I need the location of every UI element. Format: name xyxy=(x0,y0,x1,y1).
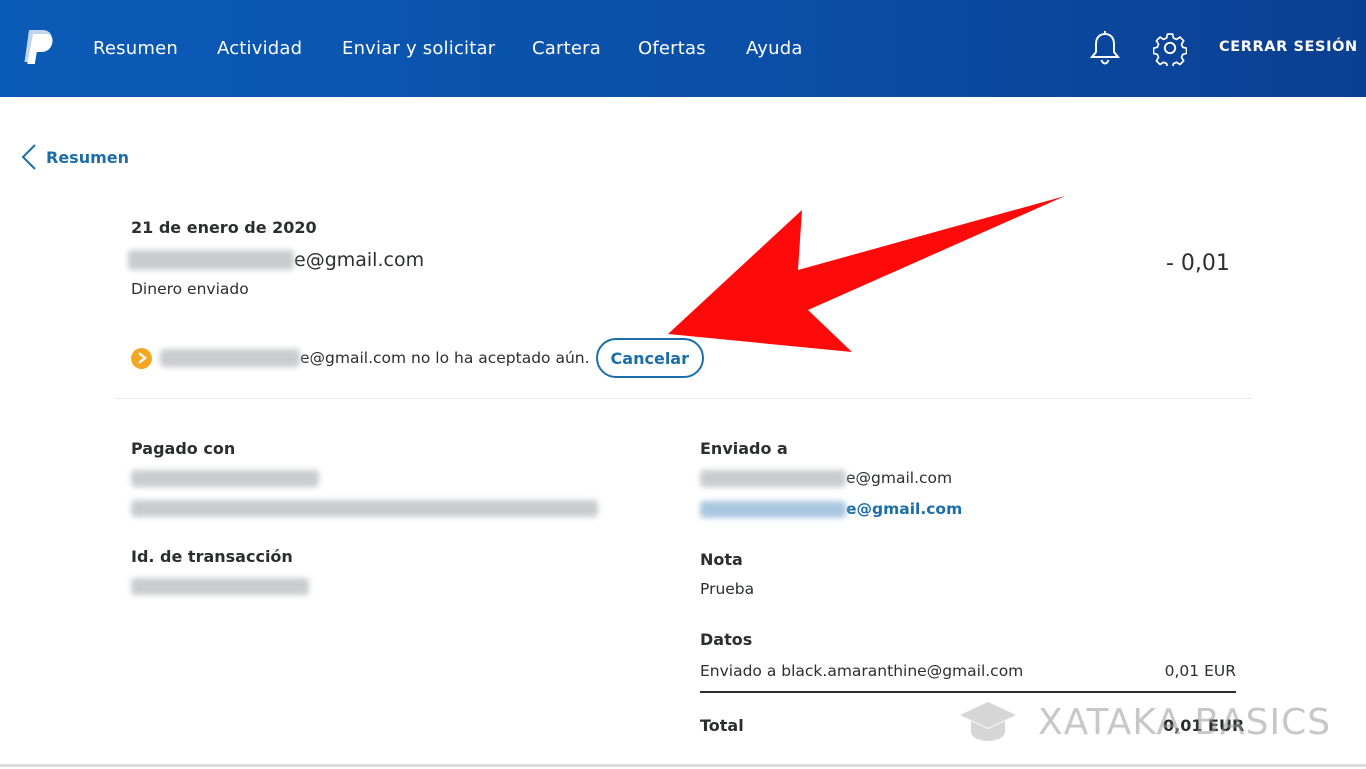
back-to-summary-link[interactable]: Resumen xyxy=(20,143,129,171)
redacted-payment-method xyxy=(131,470,319,487)
red-arrow-annotation xyxy=(668,196,1065,352)
back-link-label: Resumen xyxy=(46,147,129,167)
bell-icon[interactable] xyxy=(1088,30,1122,66)
nav-item-ayuda[interactable]: Ayuda xyxy=(746,38,803,59)
redacted-payment-details xyxy=(131,500,598,517)
graduation-cap-icon xyxy=(960,702,1016,741)
pending-status: e@gmail.com no lo ha aceptado aún. Cance… xyxy=(131,338,704,378)
logout-button[interactable]: CERRAR SESIÓN xyxy=(1219,39,1358,55)
chevron-left-icon xyxy=(21,144,36,170)
details-row: Enviado a black.amaranthine@gmail.com 0,… xyxy=(700,662,1236,693)
nav-item-ofertas[interactable]: Ofertas xyxy=(638,38,706,59)
paypal-logo[interactable] xyxy=(20,29,54,67)
section-divider xyxy=(115,398,1252,399)
redacted-text xyxy=(700,469,846,487)
chevron-right-circle-icon xyxy=(131,347,152,369)
nav-item-enviar-y-solicitar[interactable]: Enviar y solicitar xyxy=(342,38,495,59)
gear-icon[interactable] xyxy=(1153,30,1187,66)
top-navigation-bar: Resumen Actividad Enviar y solicitar Car… xyxy=(0,0,1366,97)
transaction-id-label: Id. de transacción xyxy=(131,547,293,566)
sent-to-email: e@gmail.com xyxy=(700,469,952,487)
note-label: Nota xyxy=(700,550,743,569)
pending-status-text: e@gmail.com no lo ha aceptado aún. xyxy=(300,349,590,367)
redacted-transaction-id xyxy=(131,578,309,595)
transaction-date: 21 de enero de 2020 xyxy=(131,218,317,237)
nav-item-cartera[interactable]: Cartera xyxy=(532,38,601,59)
details-label: Datos xyxy=(700,630,753,649)
transaction-amount: - 0,01 xyxy=(1166,251,1230,276)
recipient-email: e@gmail.com xyxy=(128,249,424,271)
sent-to-email-suffix: e@gmail.com xyxy=(846,469,953,487)
details-row-label: Enviado a black.amaranthine@gmail.com xyxy=(700,662,1024,680)
sent-to-label: Enviado a xyxy=(700,439,788,458)
redacted-text xyxy=(128,250,294,270)
nav-item-actividad[interactable]: Actividad xyxy=(217,38,302,59)
details-row-value: 0,01 EUR xyxy=(1164,662,1236,680)
redacted-text xyxy=(700,500,846,518)
bottom-border xyxy=(0,764,1366,767)
watermark: XATAKA BASICS xyxy=(958,700,1331,744)
nav-item-resumen[interactable]: Resumen xyxy=(93,38,178,59)
total-label: Total xyxy=(700,716,744,735)
note-value: Prueba xyxy=(700,580,755,598)
redacted-text xyxy=(160,349,300,367)
transaction-type: Dinero enviado xyxy=(131,280,249,298)
sent-to-email-link[interactable]: e@gmail.com xyxy=(700,500,962,518)
recipient-email-suffix: e@gmail.com xyxy=(294,249,425,271)
paid-with-label: Pagado con xyxy=(131,439,236,458)
sent-to-link-suffix: e@gmail.com xyxy=(846,500,963,518)
watermark-text: XATAKA BASICS xyxy=(1038,701,1332,743)
